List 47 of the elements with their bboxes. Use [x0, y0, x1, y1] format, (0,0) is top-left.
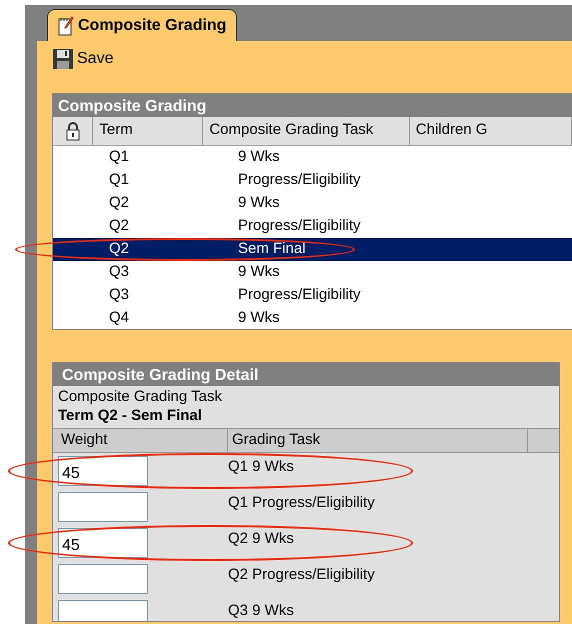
weight-field[interactable]: [58, 600, 148, 620]
grading-task-label: Q2 Progress/Eligibility: [228, 564, 375, 584]
table-cell-text: 9 Wks: [238, 146, 280, 167]
table-cell: Q3: [109, 262, 130, 280]
composite-grading-tab[interactable]: Composite Grading: [47, 9, 238, 41]
weight-field[interactable]: [58, 564, 148, 594]
table-cell: Q1: [109, 148, 130, 165]
column-header[interactable]: Term: [93, 116, 204, 144]
column-header: Weight: [53, 428, 228, 452]
table-row[interactable]: Q1 9 Wks: [53, 146, 572, 168]
table-cell-text: Progress/Eligibility: [238, 170, 361, 190]
grading-task-label: Q2 9 Wks: [228, 528, 294, 548]
table-cell: Q2: [109, 216, 130, 234]
table-row[interactable]: Q2 9 Wks: [53, 192, 572, 214]
column-header[interactable]: Composite Grading Task: [203, 116, 410, 144]
table-cell: Q1: [109, 170, 130, 188]
table-row[interactable]: Q1 Progress/Eligibility: [53, 168, 572, 192]
save-button[interactable]: Save: [52, 47, 114, 71]
grading-task-label: Q1 Progress/Eligibility: [228, 492, 375, 512]
table-cell: Q3: [109, 286, 130, 303]
detail-heading: Term Q2 - Sem Final: [58, 406, 203, 426]
field-label: Composite Grading Task: [58, 386, 223, 406]
table-cell: Q2: [109, 194, 130, 211]
weight-field[interactable]: [58, 492, 148, 522]
table-cell-text: 9 Wks: [238, 192, 280, 213]
table-cell-text: Sem Final: [238, 238, 306, 259]
table-row[interactable]: Q3 9 Wks: [53, 260, 572, 284]
lock-icon: [64, 120, 81, 140]
table-cell-text: Progress/Eligibility: [238, 284, 361, 305]
table-row[interactable]: Q2 Progress/Eligibility: [53, 214, 572, 238]
table-row[interactable]: Q4 9 Wks: [53, 306, 572, 328]
weight-field[interactable]: 45: [58, 528, 148, 558]
table-cell: Q4: [109, 308, 130, 326]
table-cell: Q2: [109, 240, 130, 257]
table-cell-text: Progress/Eligibility: [238, 216, 361, 236]
column-header: Grading Task: [228, 428, 528, 452]
grading-task-label: Q3 9 Wks: [228, 600, 294, 620]
grading-task-label: Q1 9 Wks: [228, 456, 294, 476]
notepad-icon: [58, 16, 74, 36]
weight-field[interactable]: 45: [58, 456, 148, 486]
column-header[interactable]: Children G: [410, 116, 572, 144]
table-cell-text: 9 Wks: [238, 262, 280, 282]
table-row[interactable]: Q2 Sem Final: [53, 238, 572, 260]
table-cell-text: 9 Wks: [238, 308, 280, 328]
panel-title: Composite Grading: [53, 94, 572, 116]
table-row[interactable]: Q3 Progress/Eligibility: [53, 284, 572, 306]
panel-title: Composite Grading Detail: [53, 362, 559, 386]
